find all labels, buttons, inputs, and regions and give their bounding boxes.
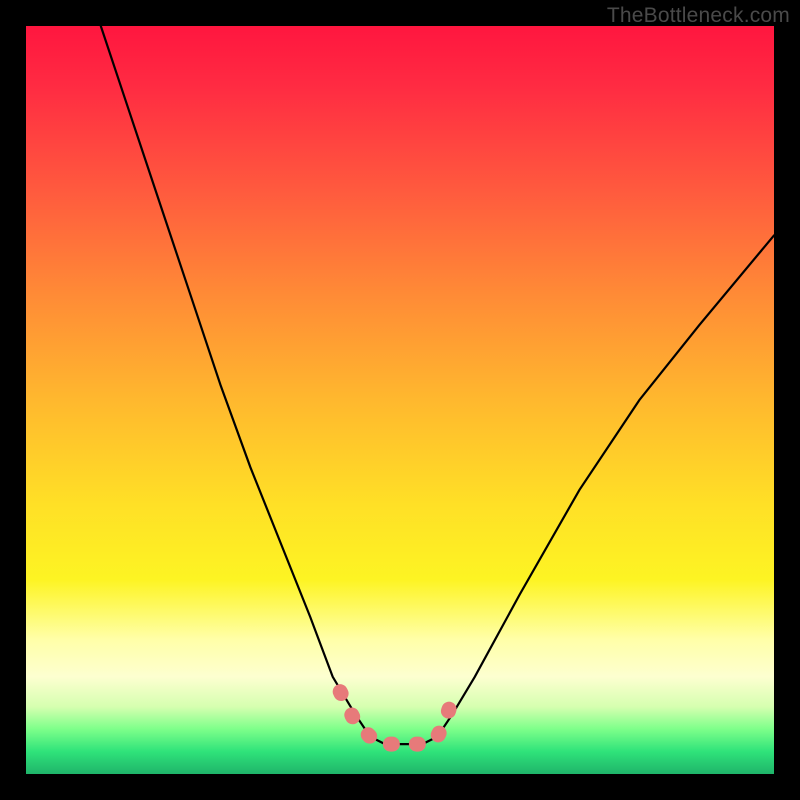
plot-area (26, 26, 774, 774)
bottleneck-curve-black (101, 26, 774, 744)
watermark-text: TheBottleneck.com (607, 4, 790, 28)
curve-svg (26, 26, 774, 774)
bottleneck-curve-pink-overlay (340, 692, 452, 744)
chart-frame: TheBottleneck.com (0, 0, 800, 800)
